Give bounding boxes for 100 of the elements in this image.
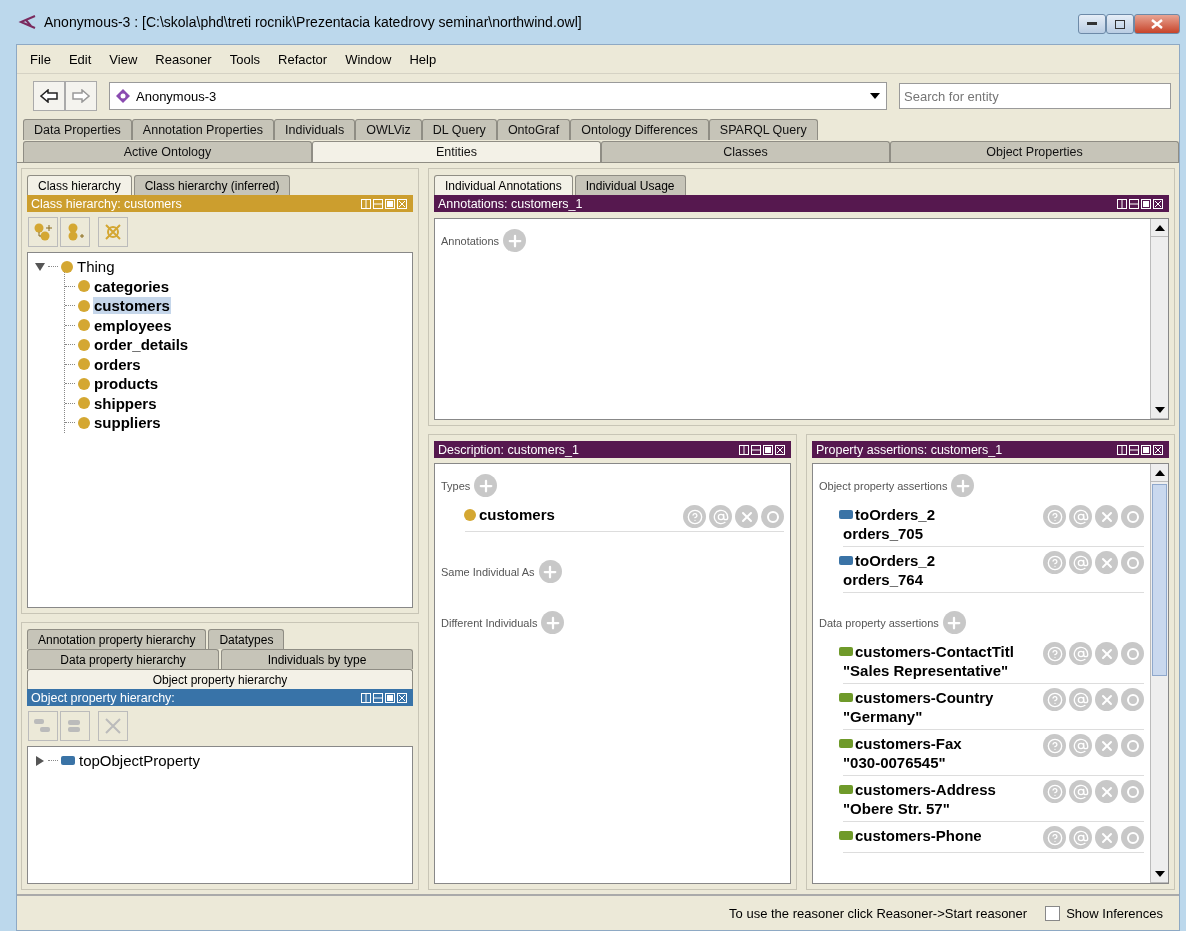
tab[interactable]: Individual Usage [574,175,686,195]
search-field[interactable]: Search for entity [899,83,1171,109]
scroll-down-icon[interactable] [1154,406,1165,413]
tab[interactable]: Annotation property hierarchy [27,629,207,649]
tree-item[interactable]: employees [93,316,173,334]
scroll-up-icon[interactable] [1154,469,1165,476]
tab[interactable]: DL Query [421,119,497,140]
view-controls-icon[interactable] [1117,198,1165,209]
tab[interactable]: Individuals [274,119,356,140]
help-button[interactable] [1043,734,1066,757]
scrollbar[interactable] [1150,464,1168,883]
add-button[interactable] [503,229,527,252]
close-button[interactable] [1134,14,1180,34]
delete-class-button[interactable] [98,217,128,247]
delete-button[interactable] [1095,551,1118,574]
annotate-button[interactable] [1069,780,1092,803]
tab[interactable]: Individual Annotations [434,175,573,195]
tab[interactable]: Classes [601,141,890,162]
tree-item[interactable]: order_details [93,336,190,354]
expand-toggle-icon[interactable] [34,754,46,767]
annotate-button[interactable] [1069,505,1092,528]
help-button[interactable] [1043,826,1066,849]
ontology-dropdown[interactable]: Anonymous-3 [109,82,887,110]
menu-item[interactable]: Reasoner [146,51,221,67]
menu-item[interactable]: Refactor [269,51,337,67]
tab[interactable]: Datatypes [208,629,285,649]
tab[interactable]: Class hierarchy [27,175,132,195]
edit-button[interactable] [1121,688,1144,711]
menu-item[interactable]: View [100,51,147,67]
help-button[interactable] [1043,505,1066,528]
add-button[interactable] [951,474,975,497]
tab[interactable]: Ontology Differences [570,119,709,140]
help-button[interactable] [1043,688,1066,711]
tab[interactable]: OntoGraf [496,119,571,140]
menu-item[interactable]: Edit [59,51,101,67]
tree-item[interactable]: shippers [93,394,158,412]
delete-button[interactable] [1095,734,1118,757]
add-button[interactable] [474,474,498,497]
section-label: Data property assertions [819,616,939,629]
view-controls-icon[interactable] [1117,444,1165,455]
expand-toggle-icon[interactable] [34,260,46,273]
scroll-down-icon[interactable] [1154,870,1165,877]
tree-item[interactable]: customers [93,297,171,315]
tab[interactable]: Annotation Properties [131,119,275,140]
tree-item[interactable]: Thing [76,258,116,276]
delete-button[interactable] [1095,826,1118,849]
tab[interactable]: Class hierarchy (inferred) [133,175,291,195]
edit-button[interactable] [761,505,784,528]
tree-item[interactable]: categories [93,277,171,295]
menu-item[interactable]: Window [336,51,401,67]
tree-item[interactable]: products [93,375,160,393]
help-button[interactable] [1043,780,1066,803]
edit-button[interactable] [1121,734,1144,757]
tree-item[interactable]: orders [93,355,142,373]
tab[interactable]: SPARQL Query [708,119,818,140]
help-button[interactable] [1043,551,1066,574]
edit-button[interactable] [1121,642,1144,665]
help-button[interactable] [683,505,706,528]
delete-button[interactable] [1095,642,1118,665]
add-subclass-button[interactable] [28,217,58,247]
delete-button[interactable] [1095,780,1118,803]
delete-button[interactable] [735,505,758,528]
add-button[interactable] [942,611,966,634]
add-sibling-button[interactable] [60,217,90,247]
view-controls-icon[interactable] [739,444,787,455]
help-button[interactable] [1043,642,1066,665]
edit-button[interactable] [1121,505,1144,528]
tab[interactable]: Individuals by type [221,649,413,669]
tab[interactable]: Object Properties [890,141,1179,162]
add-button[interactable] [538,560,562,583]
annotate-button[interactable] [1069,688,1092,711]
edit-button[interactable] [1121,780,1144,803]
checkbox[interactable] [1045,905,1061,921]
delete-button[interactable] [1095,688,1118,711]
maximize-button[interactable] [1106,14,1134,34]
add-button[interactable] [541,611,565,634]
tree-item[interactable]: topObjectProperty [78,752,201,770]
edit-button[interactable] [1121,551,1144,574]
menu-item[interactable]: File [21,51,60,67]
annotate-button[interactable] [1069,826,1092,849]
tab[interactable]: Active Ontology [23,141,312,162]
minimize-button[interactable] [1078,14,1106,34]
edit-button[interactable] [1121,826,1144,849]
menu-item[interactable]: Tools [220,51,270,67]
tree-item[interactable]: suppliers [93,414,162,432]
annotate-button[interactable] [709,505,732,528]
tab[interactable]: Object property hierarchy [27,669,413,689]
annotate-button[interactable] [1069,734,1092,757]
annotate-button[interactable] [1069,642,1092,665]
tab[interactable]: Entities [312,141,601,162]
delete-button[interactable] [1095,505,1118,528]
scrollbar[interactable] [1150,219,1168,419]
back-button[interactable] [33,81,65,111]
tab[interactable]: Data property hierarchy [27,649,219,669]
scroll-up-icon[interactable] [1154,224,1165,231]
menu-item[interactable]: Help [400,51,446,67]
annotate-button[interactable] [1069,551,1092,574]
tab[interactable]: Data Properties [23,119,132,140]
section-label: Same Individual As [441,565,535,578]
tab[interactable]: OWLViz [355,119,422,140]
